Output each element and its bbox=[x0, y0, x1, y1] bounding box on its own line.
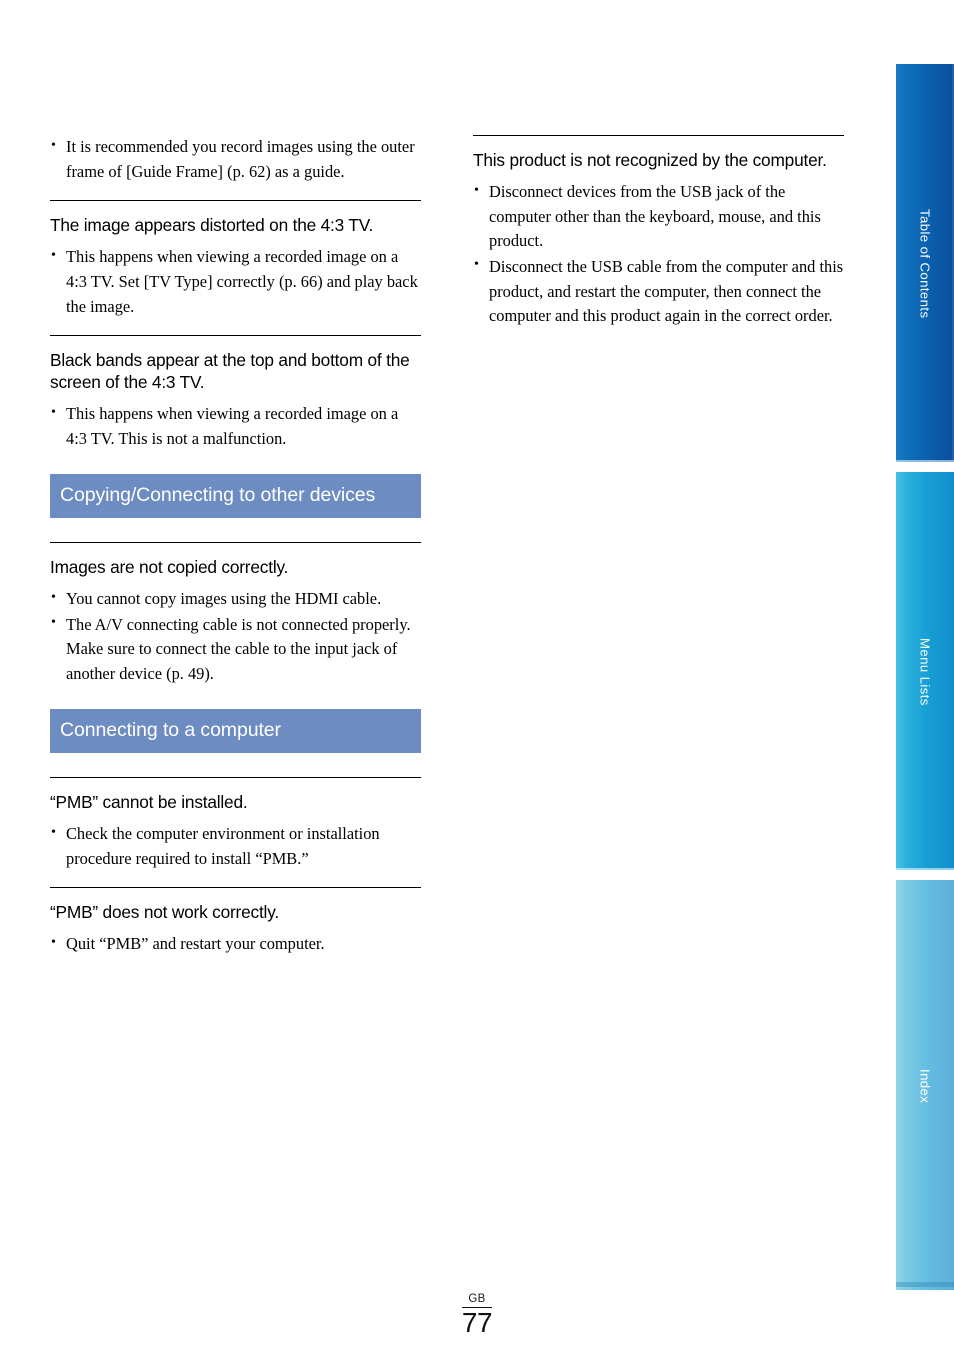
right-text-column: This product is not recognized by the co… bbox=[473, 135, 844, 345]
section-divider bbox=[50, 200, 421, 202]
question-heading: Images are not copied correctly. bbox=[50, 556, 289, 577]
sidebar-tab-label: Menu Lists bbox=[917, 638, 933, 706]
question-heading: Black bands appear at the top and bottom… bbox=[50, 350, 410, 393]
sidebar-tab-label: Table of Contents bbox=[917, 209, 933, 319]
bullet-item: This happens when viewing a recorded ima… bbox=[50, 402, 421, 451]
question-heading: This product is not recognized by the co… bbox=[473, 150, 827, 170]
bullet-list: Disconnect devices from the USB jack of … bbox=[473, 180, 844, 329]
left-text-column: It is recommended you record images usin… bbox=[50, 134, 421, 973]
bullet-item: This happens when viewing a recorded ima… bbox=[50, 245, 421, 319]
qa-block: This product is not recognized by the co… bbox=[473, 135, 844, 329]
qa-block: The image appears distorted on the 4:3 T… bbox=[50, 200, 421, 319]
folio-group: GB 77 bbox=[461, 1293, 493, 1338]
question-heading: “PMB” cannot be installed. bbox=[50, 791, 248, 812]
sidebar-tab-index[interactable]: Index bbox=[893, 878, 954, 1290]
qa-block: Images are not copied correctly. You can… bbox=[50, 541, 421, 687]
section-divider bbox=[473, 135, 844, 136]
bullet-list: You cannot copy images using the HDMI ca… bbox=[50, 587, 421, 686]
bullet-item: Quit “PMB” and restart your computer. bbox=[50, 932, 421, 957]
sidebar-tab-label: Index bbox=[917, 1068, 933, 1104]
page-folio: GB 77 bbox=[0, 1293, 954, 1338]
section-divider bbox=[50, 541, 421, 543]
sidebar-tab-menu-lists[interactable]: Menu Lists bbox=[893, 470, 954, 870]
bullet-item: The A/V connecting cable is not connecte… bbox=[50, 612, 421, 687]
sidebar-tab-strip: Table of Contents Menu Lists Index bbox=[893, 62, 954, 1290]
page-number: 77 bbox=[461, 1306, 493, 1338]
section-divider bbox=[50, 776, 421, 778]
section-band-copying-connecting: Copying/Connecting to other devices bbox=[50, 473, 421, 518]
bullet-list: Check the computer environment or instal… bbox=[50, 822, 421, 871]
section-divider bbox=[50, 335, 421, 337]
bullet-list: This happens when viewing a recorded ima… bbox=[50, 402, 421, 451]
bullet-item: Disconnect devices from the USB jack of … bbox=[473, 180, 844, 254]
question-heading: “PMB” does not work correctly. bbox=[50, 902, 279, 923]
question-heading: The image appears distorted on the 4:3 T… bbox=[50, 215, 374, 236]
bullet-list: It is recommended you record images usin… bbox=[50, 134, 421, 184]
qa-block: “PMB” does not work correctly. Quit “PMB… bbox=[50, 887, 421, 957]
bullet-list: Quit “PMB” and restart your computer. bbox=[50, 932, 421, 957]
section-divider bbox=[50, 887, 421, 889]
bullet-list: This happens when viewing a recorded ima… bbox=[50, 245, 421, 319]
sidebar-tab-table-of-contents[interactable]: Table of Contents bbox=[893, 62, 954, 462]
bullet-item: You cannot copy images using the HDMI ca… bbox=[50, 587, 421, 612]
bullet-item: It is recommended you record images usin… bbox=[50, 134, 421, 184]
bullet-item: Disconnect the USB cable from the comput… bbox=[473, 254, 844, 329]
section-band-connecting-computer: Connecting to a computer bbox=[50, 708, 421, 753]
qa-block: Black bands appear at the top and bottom… bbox=[50, 335, 421, 451]
qa-block: “PMB” cannot be installed. Check the com… bbox=[50, 776, 421, 871]
document-page: It is recommended you record images usin… bbox=[0, 0, 954, 1357]
folio-region-code: GB bbox=[468, 1293, 486, 1305]
qa-block: It is recommended you record images usin… bbox=[50, 134, 421, 184]
bullet-item: Check the computer environment or instal… bbox=[50, 822, 421, 871]
